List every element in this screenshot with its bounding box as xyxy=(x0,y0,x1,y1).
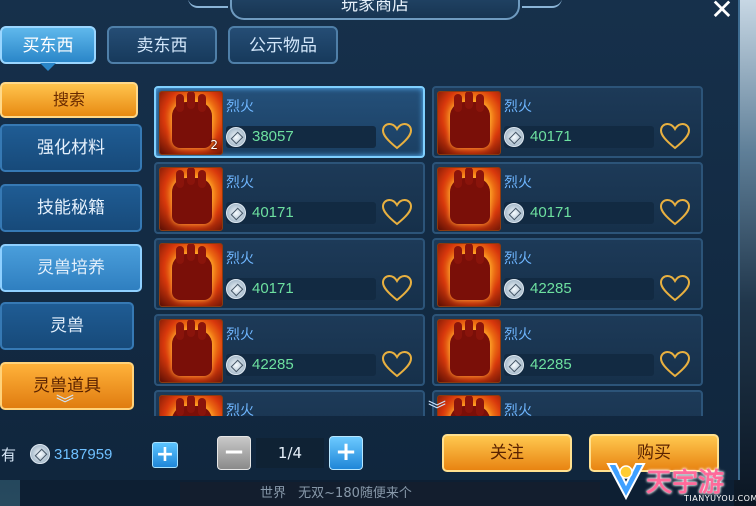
price-bar: 42285 xyxy=(504,278,654,300)
item-name: 烈火 xyxy=(226,99,254,115)
price-bar: 42285 xyxy=(504,354,654,376)
item-card[interactable]: 烈火 40171 xyxy=(154,238,425,310)
silver-coin-icon xyxy=(504,203,524,223)
category-pet-training[interactable]: 灵兽培养 xyxy=(0,244,142,292)
tab-public-items[interactable]: 公示物品 xyxy=(228,26,338,64)
item-name: 烈火 xyxy=(226,403,254,416)
favorite-heart-icon[interactable] xyxy=(659,122,691,150)
silver-coin-icon xyxy=(226,203,246,223)
item-card[interactable]: 烈火 xyxy=(154,390,425,416)
item-card[interactable]: 烈火 42285 xyxy=(154,314,425,386)
fire-claw-icon xyxy=(437,243,501,307)
silver-coin-icon xyxy=(504,127,524,147)
shop-panel: 玩家商店 ✕ 买东西 卖东西 公示物品 搜索 强化材料 技能秘籍 灵兽培养 灵兽… xyxy=(0,0,740,480)
favorite-heart-icon[interactable] xyxy=(381,122,413,150)
follow-button[interactable]: 关注 xyxy=(442,434,572,472)
price-bar: 40171 xyxy=(504,202,654,224)
item-card[interactable]: 2 烈火 38057 xyxy=(154,86,425,158)
chat-message: 无双~180随便来个 xyxy=(298,486,412,501)
page-prev-button[interactable]: − xyxy=(217,436,251,470)
item-card[interactable]: 烈火 40171 xyxy=(154,162,425,234)
owned-label: 拥有 xyxy=(0,446,17,464)
silver-coin-icon xyxy=(226,355,246,375)
price-bar: 40171 xyxy=(504,126,654,148)
fire-claw-icon xyxy=(159,243,223,307)
item-name: 烈火 xyxy=(226,175,254,191)
watermark-subtext: TIANYUYOU.COM xyxy=(684,494,756,503)
item-price: 40171 xyxy=(252,280,294,297)
favorite-heart-icon[interactable] xyxy=(381,274,413,302)
watermark-logo-icon xyxy=(606,463,646,501)
item-grid: 2 烈火 38057 烈火 40171 烈火 40171 烈火 40171 烈火 xyxy=(154,82,706,416)
fire-claw-icon xyxy=(159,319,223,383)
add-money-button[interactable]: + xyxy=(152,442,178,468)
item-name: 烈火 xyxy=(226,327,254,343)
watermark: 天宇游 TIANYUYOU.COM xyxy=(600,456,756,506)
item-card[interactable]: 烈火 xyxy=(432,390,703,416)
page-indicator: 1/4 xyxy=(256,438,324,468)
window-title: 玩家商店 xyxy=(188,0,562,20)
category-pets[interactable]: 灵兽 xyxy=(0,302,134,350)
fire-claw-icon xyxy=(437,395,501,416)
silver-coin-icon xyxy=(30,444,50,464)
page-next-button[interactable]: + xyxy=(329,436,363,470)
item-price: 40171 xyxy=(252,204,294,221)
favorite-heart-icon[interactable] xyxy=(659,350,691,378)
scroll-down-icon[interactable]: ︾ xyxy=(56,390,74,410)
item-card[interactable]: 烈火 40171 xyxy=(432,162,703,234)
tab-buy[interactable]: 买东西 xyxy=(0,26,96,71)
money-amount: 3187959 xyxy=(54,446,113,463)
tab-sell[interactable]: 卖东西 xyxy=(107,26,217,64)
favorite-heart-icon[interactable] xyxy=(381,350,413,378)
category-enhance-materials[interactable]: 强化材料 xyxy=(0,124,142,172)
item-price: 38057 xyxy=(252,128,294,145)
item-price: 42285 xyxy=(252,356,294,373)
item-name: 烈火 xyxy=(504,403,532,416)
fire-claw-icon xyxy=(437,91,501,155)
item-price: 40171 xyxy=(530,204,572,221)
price-bar: 40171 xyxy=(226,278,376,300)
item-price: 40171 xyxy=(530,128,572,145)
fire-claw-icon xyxy=(437,167,501,231)
item-count: 2 xyxy=(210,138,218,152)
fire-claw-icon xyxy=(159,167,223,231)
chat-strip: 世界 无双~180随便来个 xyxy=(180,482,600,506)
search-button[interactable]: 搜索 xyxy=(0,82,138,118)
fire-claw-icon: 2 xyxy=(159,91,223,155)
item-card[interactable]: 烈火 42285 xyxy=(432,314,703,386)
price-bar: 42285 xyxy=(226,354,376,376)
fire-claw-icon xyxy=(159,395,223,416)
price-bar: 40171 xyxy=(226,202,376,224)
item-name: 烈火 xyxy=(504,327,532,343)
favorite-heart-icon[interactable] xyxy=(381,198,413,226)
item-price: 42285 xyxy=(530,356,572,373)
close-button[interactable]: ✕ xyxy=(706,0,738,24)
favorite-heart-icon[interactable] xyxy=(659,198,691,226)
silver-coin-icon xyxy=(504,279,524,299)
category-sidebar: 搜索 强化材料 技能秘籍 灵兽培养 灵兽 灵兽道具 ︾ xyxy=(0,80,146,410)
favorite-heart-icon[interactable] xyxy=(659,274,691,302)
item-name: 烈火 xyxy=(504,99,532,115)
scroll-down-icon[interactable]: ︾ xyxy=(428,396,446,422)
category-skill-books[interactable]: 技能秘籍 xyxy=(0,184,142,232)
silver-coin-icon xyxy=(226,279,246,299)
item-name: 烈火 xyxy=(504,251,532,267)
item-name: 烈火 xyxy=(226,251,254,267)
item-price: 42285 xyxy=(530,280,572,297)
silver-coin-icon xyxy=(226,127,246,147)
silver-coin-icon xyxy=(504,355,524,375)
item-card[interactable]: 烈火 42285 xyxy=(432,238,703,310)
fire-claw-icon xyxy=(437,319,501,383)
item-card[interactable]: 烈火 40171 xyxy=(432,86,703,158)
price-bar: 38057 xyxy=(226,126,376,148)
item-name: 烈火 xyxy=(504,175,532,191)
chat-channel: 世界 xyxy=(260,486,287,501)
